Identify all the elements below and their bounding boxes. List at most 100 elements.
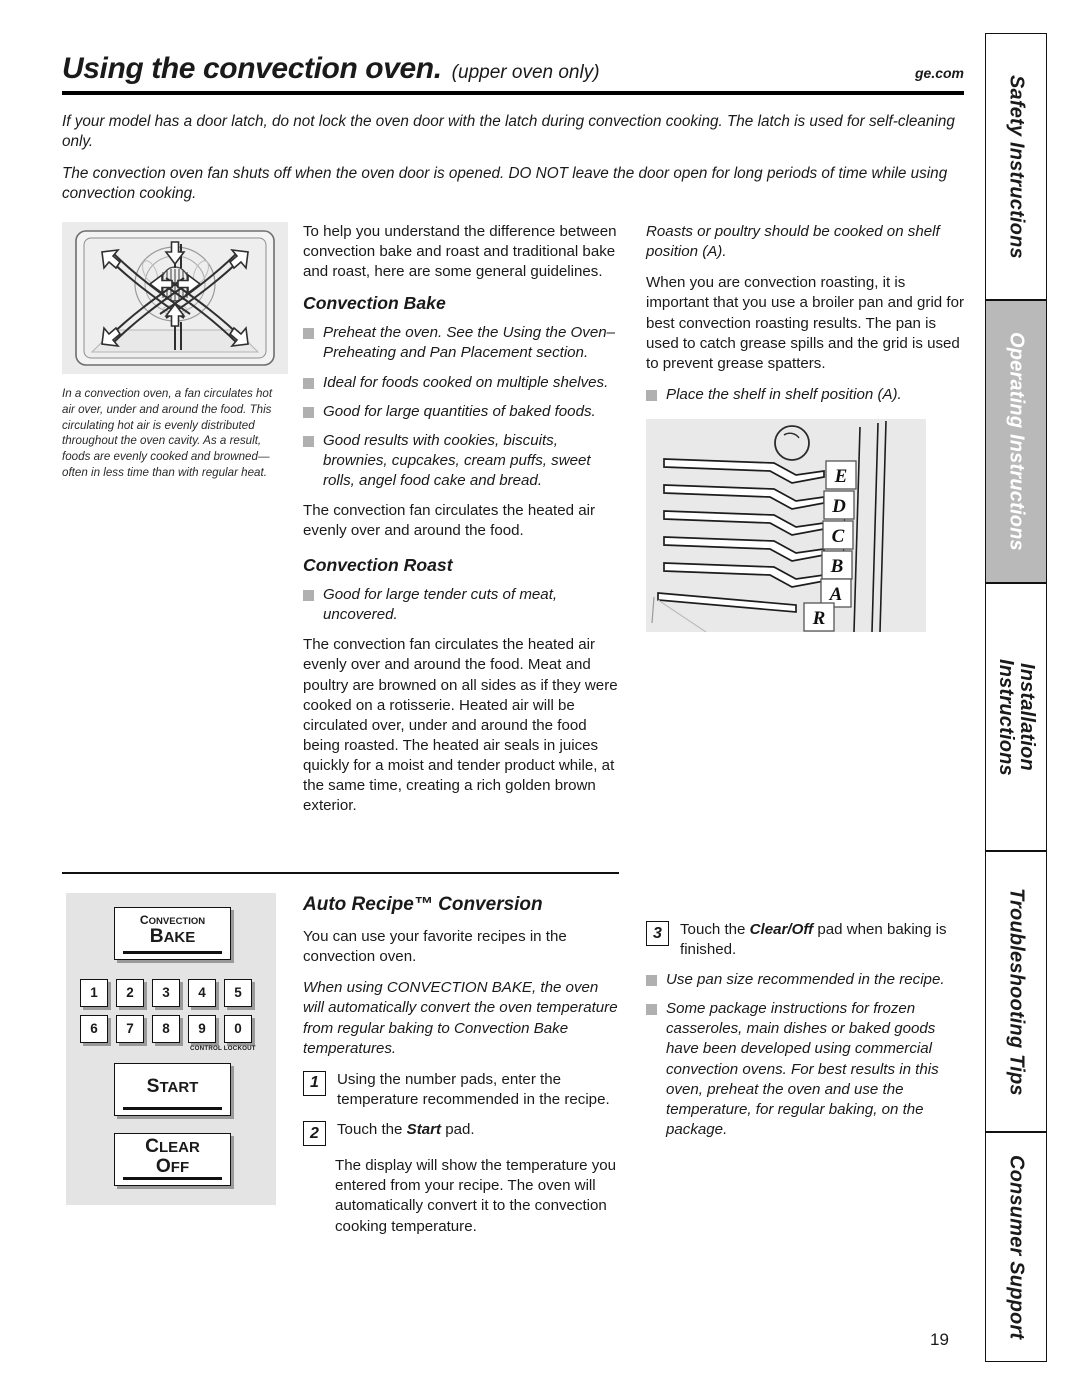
- oven-figure-caption: In a convection oven, a fan circulates h…: [62, 387, 273, 479]
- number-key-9[interactable]: 9: [188, 1015, 216, 1043]
- number-key-5[interactable]: 5: [224, 979, 252, 1007]
- intro-paragraph-1: If your model has a door latch, do not l…: [62, 113, 955, 151]
- start-pad-reference: Start: [406, 1121, 442, 1139]
- number-key-3[interactable]: 3: [152, 979, 180, 1007]
- number-key-1[interactable]: 1: [80, 979, 108, 1007]
- button-indicator-bar: [123, 950, 222, 954]
- svg-text:R: R: [812, 608, 826, 629]
- sidebar-tab-operating-instructions[interactable]: Operating Instructions: [985, 300, 1047, 583]
- start-button[interactable]: START: [114, 1063, 231, 1116]
- list-item: Preheat the oven. See the Using the Oven…: [303, 323, 619, 363]
- svg-text:B: B: [830, 556, 844, 577]
- auto-recipe-continued: 3 Touch the Clear/Off pad when baking is…: [646, 920, 964, 1150]
- sidebar-tab-label: Installation Instructions: [995, 658, 1039, 776]
- step-text-before: Touch the: [337, 1121, 407, 1139]
- convection-roast-heading: Convection Roast: [303, 555, 453, 576]
- convection-bake-bullets: Preheat the oven. See the Using the Oven…: [303, 323, 619, 490]
- number-pad-row-1: 1 2 3 4 5: [80, 979, 252, 1007]
- convection-bake-label-line2: BAKE: [149, 926, 196, 948]
- oven-airflow-svg: [62, 222, 288, 374]
- step-2: 2 Touch the Start pad.: [303, 1120, 619, 1147]
- section-tabs-sidebar: Safety Instructions Operating Instructio…: [985, 33, 1047, 1362]
- list-item: Ideal for foods cooked on multiple shelv…: [303, 373, 619, 393]
- step-text: Touch the Clear/Off pad when baking is f…: [680, 920, 964, 960]
- shelf-positions-svg: E D C B A R: [646, 419, 926, 633]
- control-lockout-label: Control Lockout: [190, 1045, 256, 1052]
- step-number: 3: [646, 921, 669, 946]
- page-number: 19: [930, 1330, 949, 1349]
- page-subtitle: (upper oven only): [451, 62, 600, 83]
- list-item: Good results with cookies, biscuits, bro…: [303, 431, 619, 491]
- step-number: 2: [303, 1121, 326, 1147]
- sidebar-tab-troubleshooting-tips[interactable]: Troubleshooting Tips: [985, 851, 1047, 1132]
- roast-shelf-note: Roasts or poultry should be cooked on sh…: [646, 223, 940, 261]
- auto-recipe-bullets: Use pan size recommended in the recipe. …: [646, 970, 964, 1140]
- sidebar-tab-label: Operating Instructions: [1005, 332, 1028, 551]
- step-3: 3 Touch the Clear/Off pad when baking is…: [646, 920, 964, 960]
- shelf-position-bullets: Place the shelf in shelf position (A).: [646, 385, 964, 405]
- convection-roast-closing: The convection fan circulates the heated…: [303, 636, 618, 815]
- step-2-followup: The display will show the temperature yo…: [335, 1157, 617, 1235]
- section-divider: [62, 872, 619, 874]
- convection-roast-bullets: Good for large tender cuts of meat, unco…: [303, 585, 619, 625]
- number-key-2[interactable]: 2: [116, 979, 144, 1007]
- header-divider: [62, 91, 964, 95]
- page-header: Using the convection oven. (upper oven o…: [62, 52, 964, 95]
- svg-text:C: C: [832, 526, 845, 547]
- button-indicator-bar: [123, 1106, 222, 1110]
- website-label: ge.com: [914, 65, 964, 81]
- sidebar-tab-consumer-support[interactable]: Consumer Support: [985, 1132, 1047, 1362]
- intro-paragraphs: If your model has a door latch, do not l…: [62, 112, 964, 216]
- start-label: START: [146, 1075, 199, 1097]
- svg-text:E: E: [834, 466, 848, 487]
- list-item: Good for large tender cuts of meat, unco…: [303, 585, 619, 625]
- auto-recipe-note: When using CONVECTION BAKE, the oven wil…: [303, 979, 618, 1057]
- auto-recipe-intro: You can use your favorite recipes in the…: [303, 928, 567, 966]
- oven-shelf-positions-diagram: E D C B A R: [646, 419, 926, 633]
- auto-recipe-heading: Auto Recipe™ Conversion: [303, 894, 543, 915]
- left-column: In a convection oven, a fan circulates h…: [62, 222, 288, 481]
- number-pad-row-2: 6 7 8 9 0: [80, 1015, 252, 1043]
- list-item: Use pan size recommended in the recipe.: [646, 970, 964, 990]
- auto-recipe-section: Auto Recipe™ Conversion You can use your…: [303, 890, 619, 1248]
- step-1: 1 Using the number pads, enter the tempe…: [303, 1070, 619, 1110]
- page-title: Using the convection oven.: [62, 52, 442, 85]
- clear-off-pad-reference: Clear/Off: [749, 921, 814, 938]
- list-item: Good for large quantities of baked foods…: [303, 402, 619, 422]
- sidebar-tab-label: Consumer Support: [1005, 1154, 1028, 1340]
- off-label: OFF: [155, 1156, 190, 1177]
- header-row: Using the convection oven. (upper oven o…: [62, 52, 964, 86]
- convection-bake-heading: Convection Bake: [303, 293, 446, 314]
- step-text-after: pad.: [441, 1121, 475, 1139]
- sidebar-tab-installation-instructions[interactable]: Installation Instructions: [985, 583, 1047, 851]
- step-number: 1: [303, 1070, 326, 1096]
- number-key-7[interactable]: 7: [116, 1015, 144, 1043]
- step-text-before: Touch the: [680, 921, 750, 938]
- number-key-8[interactable]: 8: [152, 1015, 180, 1043]
- convection-bake-closing: The convection fan circulates the heated…: [303, 501, 595, 539]
- svg-text:A: A: [829, 584, 843, 605]
- button-indicator-bar: [123, 1176, 222, 1180]
- list-item: Some package instructions for frozen cas…: [646, 999, 964, 1139]
- number-key-0[interactable]: 0: [224, 1015, 252, 1043]
- list-item: Place the shelf in shelf position (A).: [646, 385, 964, 405]
- clear-label: CLEAR: [145, 1135, 200, 1157]
- number-key-4[interactable]: 4: [188, 979, 216, 1007]
- step-text: Using the number pads, enter the tempera…: [337, 1070, 610, 1108]
- sidebar-tab-label: Troubleshooting Tips: [1005, 887, 1028, 1096]
- convection-oven-airflow-diagram: [62, 222, 288, 374]
- svg-text:D: D: [831, 496, 846, 517]
- broiler-pan-note: When you are convection roasting, it is …: [646, 274, 964, 372]
- step-text: Touch the Start pad.: [337, 1120, 475, 1146]
- middle-intro-text: To help you understand the difference be…: [303, 223, 617, 281]
- oven-control-panel: CONVECTION BAKE 1 2 3 4 5 6 7 8 9 0 Cont…: [66, 893, 276, 1205]
- middle-column: To help you understand the difference be…: [303, 222, 619, 828]
- sidebar-tab-safety-instructions[interactable]: Safety Instructions: [985, 33, 1047, 300]
- intro-paragraph-2: The convection oven fan shuts off when t…: [62, 164, 948, 203]
- number-key-6[interactable]: 6: [80, 1015, 108, 1043]
- convection-bake-button[interactable]: CONVECTION BAKE: [114, 907, 231, 960]
- manual-page: Using the convection oven. (upper oven o…: [0, 0, 1080, 1397]
- sidebar-tab-label: Safety Instructions: [1005, 74, 1028, 259]
- title-group: Using the convection oven. (upper oven o…: [62, 52, 600, 86]
- clear-off-button[interactable]: CLEAR OFF: [114, 1133, 231, 1186]
